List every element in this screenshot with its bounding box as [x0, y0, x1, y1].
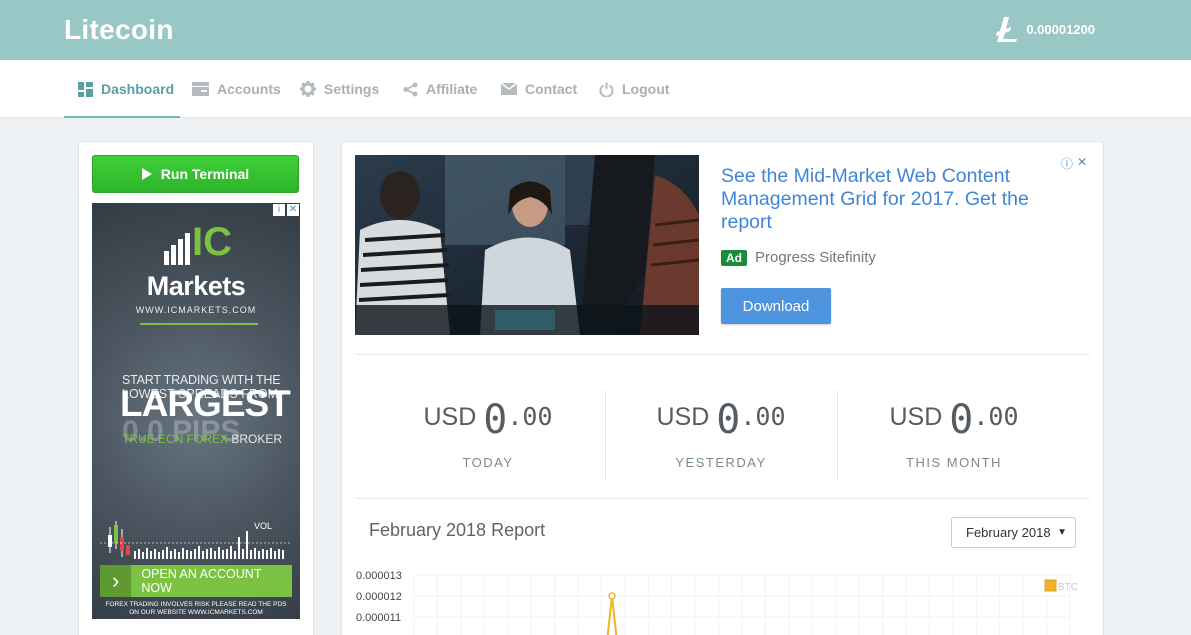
- ad-disclaimer: FOREX TRADING INVOLVES RISK PLEASE READ …: [92, 601, 300, 617]
- open-account-label: OPEN AN ACCOUNT NOW: [141, 567, 262, 595]
- share-icon: [403, 82, 418, 96]
- balance-display: 0.00001200: [996, 16, 1095, 42]
- main-nav: Dashboard Accounts Settings Affiliate Co…: [0, 60, 1191, 118]
- info-icon[interactable]: i: [273, 204, 285, 216]
- nav-logout-label: Logout: [622, 81, 670, 97]
- stat-today-amount: USD 0.00: [372, 389, 604, 443]
- stat-whole: 0: [716, 397, 741, 443]
- stat-this-month-amount: USD 0.00: [838, 389, 1070, 443]
- ad-disclaimer-line-2: ON OUR WEBSITE WWW.ICMARKETS.COM: [129, 609, 263, 616]
- ad-meeting-photo: [355, 155, 699, 335]
- nav-settings[interactable]: Settings: [300, 60, 379, 118]
- report-title: February 2018 Report: [369, 520, 546, 540]
- nav-accounts-label: Accounts: [217, 81, 281, 97]
- divider: [355, 354, 1090, 355]
- y-tick-label: 0.000012: [356, 591, 402, 603]
- ad-badge: Ad: [721, 249, 747, 266]
- ad-vol-label: VOL: [254, 521, 273, 531]
- ad-tagline-3-white: BROKER: [228, 432, 283, 446]
- stat-this-month: USD 0.00 THIS MONTH: [838, 389, 1070, 470]
- stat-yesterday-amount: USD 0.00: [605, 389, 837, 443]
- power-icon: [599, 82, 614, 97]
- data-point: [608, 592, 616, 600]
- legend-label: BTC: [1058, 582, 1078, 593]
- open-account-button[interactable]: › OPEN AN ACCOUNT NOW: [100, 565, 292, 597]
- ad-headline-link[interactable]: See the Mid-Market Web Content Managemen…: [721, 165, 1051, 234]
- nav-contact[interactable]: Contact: [501, 60, 577, 118]
- ad-tagline-3: TRUE ECN FOREX BROKER: [122, 432, 282, 446]
- accounts-icon: [192, 82, 209, 96]
- ad-tagline-3-green: TRUE ECN FOREX: [122, 432, 229, 446]
- dashboard-icon: [78, 81, 93, 97]
- ad-photo[interactable]: [355, 155, 699, 335]
- month-select[interactable]: February 2018 ▼: [951, 517, 1076, 548]
- stat-whole: 0: [949, 397, 974, 443]
- y-tick-label: 0.000011: [356, 612, 401, 624]
- stat-today-label: TODAY: [462, 455, 514, 470]
- litecoin-icon: [996, 17, 1018, 42]
- stat-today: USD 0.00 TODAY: [372, 389, 604, 470]
- ad-url: WWW.ICMARKETS.COM: [135, 305, 257, 315]
- stat-currency: USD: [656, 403, 710, 431]
- gear-icon: [300, 81, 316, 97]
- stat-currency: USD: [423, 403, 477, 431]
- nav-accounts[interactable]: Accounts: [192, 60, 281, 118]
- month-select-value: February 2018: [966, 525, 1051, 540]
- download-button[interactable]: Download: [721, 288, 831, 324]
- ad-divider: [140, 323, 258, 325]
- report-chart: 0.000013 0.000012 0.000011 BTC: [356, 570, 1078, 635]
- ad-advertiser: Ad Progress Sitefinity: [721, 249, 876, 266]
- stat-whole: 0: [483, 397, 508, 443]
- nav-contact-label: Contact: [525, 81, 578, 97]
- nav-affiliate-label: Affiliate: [426, 81, 478, 97]
- stat-yesterday-label: YESTERDAY: [675, 455, 767, 470]
- envelope-icon: [501, 83, 517, 95]
- main-panel: ⓘ ✕ See the Mid-Market Web Content Manag…: [341, 141, 1104, 635]
- divider: [355, 498, 1090, 499]
- stat-decimal: .00: [507, 402, 553, 431]
- stat-yesterday: USD 0.00 YESTERDAY: [605, 389, 837, 470]
- ad-choices-top[interactable]: ⓘ ✕: [1061, 155, 1087, 172]
- sidebar-panel: Run Terminal i ✕ IC Markets WWW.ICMARKET…: [78, 141, 314, 635]
- run-terminal-label: Run Terminal: [160, 166, 250, 182]
- ic-logo-text: IC: [192, 220, 232, 264]
- stat-currency: USD: [889, 403, 943, 431]
- nav-settings-label: Settings: [324, 81, 380, 97]
- brand-logo[interactable]: Litecoin: [64, 14, 174, 46]
- ad-disclaimer-line-1: FOREX TRADING INVOLVES RISK PLEASE READ …: [105, 601, 287, 608]
- ad-headline: LARGEST: [120, 383, 291, 424]
- series-line: [606, 595, 618, 635]
- nav-dashboard-label: Dashboard: [101, 81, 175, 97]
- y-tick-label: 0.000013: [356, 570, 402, 582]
- ad-sponsor[interactable]: Progress Sitefinity: [755, 249, 876, 266]
- close-icon[interactable]: ✕: [1077, 155, 1087, 172]
- legend-swatch: [1044, 579, 1057, 592]
- balance-value: 0.00001200: [1026, 21, 1095, 37]
- info-icon[interactable]: ⓘ: [1061, 155, 1073, 172]
- run-terminal-button[interactable]: Run Terminal: [92, 155, 299, 193]
- top-header: Litecoin 0.00001200: [0, 0, 1191, 60]
- play-icon: [141, 168, 152, 180]
- nav-dashboard[interactable]: Dashboard: [78, 60, 174, 118]
- chevron-right-icon: ›: [100, 565, 132, 597]
- close-icon[interactable]: ✕: [287, 204, 299, 216]
- icmarkets-logo-icon: IC: [164, 220, 232, 265]
- nav-affiliate[interactable]: Affiliate: [403, 60, 477, 118]
- ad-choices[interactable]: i ✕: [273, 204, 299, 216]
- stat-this-month-label: THIS MONTH: [906, 455, 1002, 470]
- ad-brand: Markets: [146, 271, 246, 301]
- nav-logout[interactable]: Logout: [599, 60, 669, 118]
- stat-decimal: .00: [973, 402, 1019, 431]
- stat-decimal: .00: [740, 402, 786, 431]
- caret-down-icon: ▼: [1057, 527, 1067, 538]
- active-tab-indicator: [64, 116, 180, 118]
- icmarkets-banner-ad[interactable]: i ✕ IC Markets WWW.ICMARKETS.COM START T…: [92, 203, 300, 619]
